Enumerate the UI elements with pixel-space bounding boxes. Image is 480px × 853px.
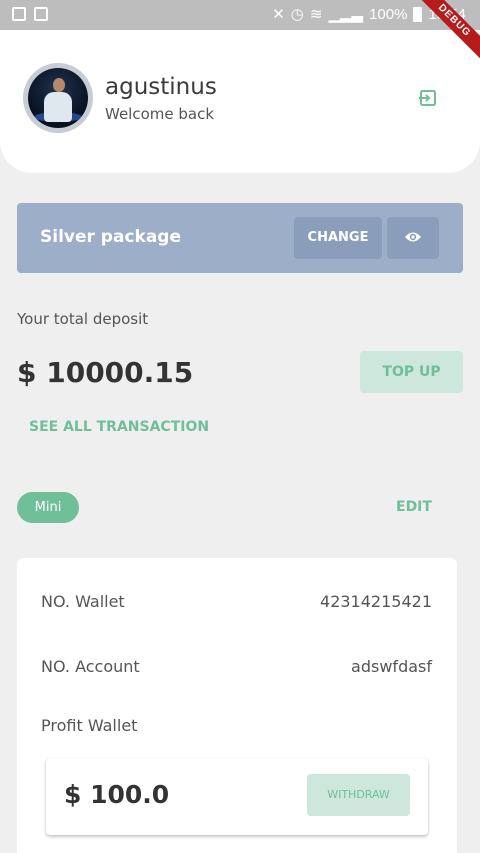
image-notification-icon xyxy=(12,7,26,21)
wallet-number-label: NO. Wallet xyxy=(41,592,125,611)
avatar-photo xyxy=(28,68,88,128)
package-name: Silver package xyxy=(40,227,182,247)
package-card: Silver package CHANGE xyxy=(17,203,463,273)
deposit-amount: $ 10000.15 xyxy=(17,356,194,389)
battery-icon xyxy=(413,6,423,22)
logout-icon[interactable] xyxy=(418,88,440,110)
avatar[interactable] xyxy=(23,63,93,133)
profile-header: agustinus Welcome back xyxy=(0,30,480,173)
deposit-label: Your total deposit xyxy=(17,310,149,328)
notification-icons xyxy=(12,7,48,21)
sim-notification-icon xyxy=(34,7,48,21)
status-bar: ✕ ◷ ≋ ▁▂▃ 100% 15:54 xyxy=(0,0,480,30)
account-number-value: adswfdasf xyxy=(351,657,432,676)
tier-badge[interactable]: Mini xyxy=(17,492,79,523)
user-name: agustinus xyxy=(105,74,217,100)
edit-button[interactable]: EDIT xyxy=(396,499,432,515)
profit-wallet-card: $ 100.0 WITHDRAW xyxy=(46,758,428,835)
mute-icon: ✕ xyxy=(272,6,285,23)
withdraw-button[interactable]: WITHDRAW xyxy=(307,774,410,816)
wallet-number-value: 42314215421 xyxy=(320,592,432,611)
profit-amount: $ 100.0 xyxy=(64,780,170,809)
signal-icon: ▁▂▃ xyxy=(328,6,364,23)
alarm-icon: ◷ xyxy=(290,6,304,23)
see-all-transaction-link[interactable]: SEE ALL TRANSACTION xyxy=(29,419,209,435)
battery-percent: 100% xyxy=(369,5,408,23)
toggle-visibility-button[interactable] xyxy=(387,217,439,259)
account-number-label: NO. Account xyxy=(41,657,140,676)
eye-icon xyxy=(405,232,421,242)
change-package-button[interactable]: CHANGE xyxy=(294,217,382,259)
welcome-text: Welcome back xyxy=(105,105,215,123)
profit-wallet-label: Profit Wallet xyxy=(41,716,138,735)
wallet-card: NO. Wallet 42314215421 NO. Account adswf… xyxy=(17,558,457,853)
top-up-button[interactable]: TOP UP xyxy=(360,351,463,393)
wifi-icon: ≋ xyxy=(309,6,323,23)
